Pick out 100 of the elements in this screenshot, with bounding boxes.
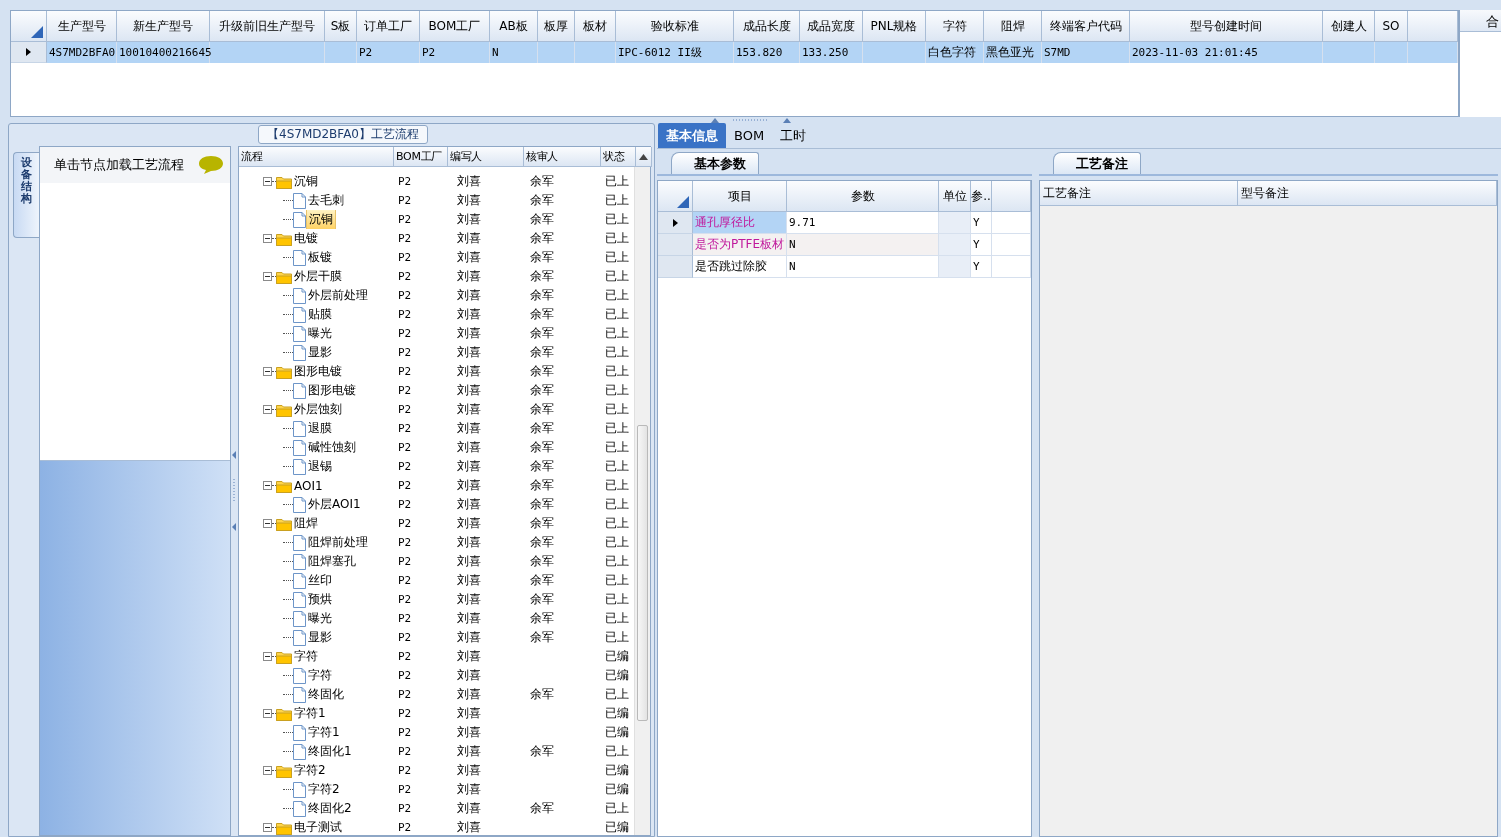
collapse-icon[interactable] xyxy=(263,766,272,775)
collapse-icon[interactable] xyxy=(263,519,272,528)
collapse-icon[interactable] xyxy=(263,481,272,490)
side-tab[interactable]: 设备结构 xyxy=(13,152,39,238)
column-header[interactable]: 状态 xyxy=(601,147,636,167)
tree-node[interactable]: 图形电镀 xyxy=(292,362,344,381)
table-cell-text: 余军 xyxy=(529,249,555,266)
scroll-up-icon[interactable] xyxy=(639,153,648,160)
column-header[interactable]: 型号创建时间 xyxy=(1130,11,1323,42)
collapse-icon[interactable] xyxy=(263,234,272,243)
tree-node[interactable]: 贴膜 xyxy=(306,305,334,324)
tab[interactable]: 工艺备注 xyxy=(1053,152,1141,174)
collapse-icon[interactable] xyxy=(263,709,272,718)
column-header[interactable] xyxy=(636,147,652,167)
tree-node[interactable]: 字符2 xyxy=(306,780,342,799)
column-header[interactable]: 参.. xyxy=(971,181,992,212)
collapse-icon[interactable] xyxy=(263,367,272,376)
column-header[interactable]: 验收标准 xyxy=(616,11,734,42)
table-cell: S7MD xyxy=(1042,42,1130,63)
row-header[interactable] xyxy=(658,212,693,234)
column-header[interactable]: 编写人 xyxy=(448,147,524,167)
table-cell: IPC-6012 II级 xyxy=(616,42,734,63)
column-header[interactable]: 单位 xyxy=(939,181,971,212)
column-header[interactable]: 字符 xyxy=(926,11,984,42)
tree-node[interactable]: 去毛刺 xyxy=(306,191,346,210)
tree-node[interactable]: 终固化 xyxy=(306,685,346,704)
tree-node[interactable]: 字符1 xyxy=(306,723,342,742)
column-header[interactable]: 型号备注 xyxy=(1238,181,1497,206)
tree-node[interactable]: 字符 xyxy=(292,647,320,666)
column-header[interactable]: 工艺备注 xyxy=(1040,181,1238,206)
tree-node[interactable]: 字符 xyxy=(306,666,334,685)
column-header[interactable]: 板厚 xyxy=(538,11,575,42)
collapse-icon[interactable] xyxy=(263,177,272,186)
tab[interactable]: BOM xyxy=(726,123,773,148)
column-header[interactable]: 项目 xyxy=(693,181,787,212)
tab[interactable]: 工时 xyxy=(772,123,815,148)
column-header[interactable]: 板材 xyxy=(575,11,616,42)
column-header[interactable]: 成品长度 xyxy=(734,11,800,42)
tree-node[interactable]: 碱性蚀刻 xyxy=(306,438,358,457)
tree-node[interactable]: 终固化1 xyxy=(306,742,354,761)
splitter-grip-icon[interactable] xyxy=(710,117,791,123)
collapse-icon[interactable] xyxy=(263,272,272,281)
tree-node[interactable]: 沉铜 xyxy=(306,210,336,229)
tree-node[interactable]: 丝印 xyxy=(306,571,334,590)
column-header[interactable]: 参数 xyxy=(787,181,939,212)
column-header[interactable]: 新生产型号 xyxy=(117,11,210,42)
tree-node[interactable]: 曝光 xyxy=(306,324,334,343)
tree-node[interactable]: 阻焊 xyxy=(292,514,320,533)
tree-node[interactable]: 外层AOI1 xyxy=(306,495,363,514)
grid-corner[interactable] xyxy=(658,181,693,212)
row-header[interactable] xyxy=(11,42,47,63)
tree-node[interactable]: 阻焊前处理 xyxy=(306,533,370,552)
column-header[interactable]: 创建人 xyxy=(1323,11,1375,42)
tab[interactable]: 基本信息 xyxy=(658,123,726,148)
tree-node[interactable]: 外层蚀刻 xyxy=(292,400,344,419)
column-header[interactable]: PNL规格 xyxy=(863,11,926,42)
tree-node[interactable]: 沉铜 xyxy=(292,172,320,191)
tab[interactable]: 基本参数 xyxy=(671,152,759,174)
column-header[interactable]: 流程 xyxy=(239,147,394,167)
tree-node[interactable]: 板镀 xyxy=(306,248,334,267)
grid-row[interactable]: 4S7MD2BFA0 10010400216645 P2 P2 N IPC-6012 II级 153.820 133.250 白色字符 黑色亚光 S7MD 2023-11-03 21:01:45 xyxy=(11,42,1458,63)
collapse-icon[interactable] xyxy=(263,652,272,661)
grid-corner[interactable] xyxy=(11,11,47,42)
column-header[interactable]: S板 xyxy=(325,11,357,42)
column-header[interactable]: 升级前旧生产型号 xyxy=(210,11,325,42)
column-header[interactable]: 阻焊 xyxy=(984,11,1042,42)
table-cell: P2 xyxy=(420,42,490,63)
tree-node[interactable]: 字符1 xyxy=(292,704,328,723)
tree-node[interactable]: 字符2 xyxy=(292,761,328,780)
collapse-icon[interactable] xyxy=(263,405,272,414)
column-header[interactable]: SO xyxy=(1375,11,1408,42)
document-icon xyxy=(293,553,306,570)
tree-node[interactable]: 曝光 xyxy=(306,609,334,628)
scrollbar-thumb[interactable] xyxy=(637,425,648,721)
tree-node[interactable]: 外层干膜 xyxy=(292,267,344,286)
column-header[interactable]: 终端客户代码 xyxy=(1042,11,1130,42)
tree-node[interactable]: 预烘 xyxy=(306,590,334,609)
tree-node[interactable]: 外层前处理 xyxy=(306,286,370,305)
table-cell-text: P2 xyxy=(397,649,413,665)
column-header[interactable]: 核审人 xyxy=(524,147,601,167)
tree-node[interactable]: 显影 xyxy=(306,343,334,362)
tree-node[interactable]: 终固化2 xyxy=(306,799,354,818)
tree-node[interactable]: 电镀 xyxy=(292,229,320,248)
table-cell-text: 余军 xyxy=(529,515,555,532)
column-header[interactable]: AB板 xyxy=(490,11,538,42)
tree-node[interactable]: 电子测试 xyxy=(292,818,344,835)
tree-node[interactable]: 阻焊塞孔 xyxy=(306,552,358,571)
tree-node[interactable]: 退膜 xyxy=(306,419,334,438)
column-header[interactable]: 成品宽度 xyxy=(800,11,863,42)
column-header[interactable]: BOM工厂 xyxy=(394,147,448,167)
column-header[interactable]: BOM工厂 xyxy=(420,11,490,42)
tree-node[interactable]: AOI1 xyxy=(292,477,325,494)
column-header[interactable]: 合 xyxy=(1460,10,1501,32)
tree-node[interactable]: 显影 xyxy=(306,628,334,647)
column-header[interactable]: 订单工厂 xyxy=(357,11,420,42)
splitter-grip-icon[interactable] xyxy=(232,451,237,531)
tree-node[interactable]: 退锡 xyxy=(306,457,334,476)
collapse-icon[interactable] xyxy=(263,823,272,832)
tree-node[interactable]: 图形电镀 xyxy=(306,381,358,400)
column-header[interactable]: 生产型号 xyxy=(47,11,117,42)
